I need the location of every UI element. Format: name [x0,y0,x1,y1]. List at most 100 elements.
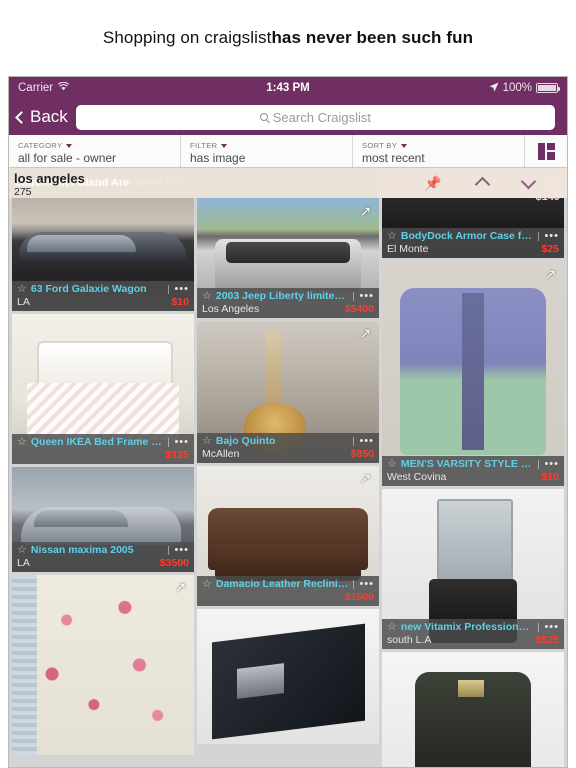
listing-meta-bottom: LA $3500 [17,557,189,569]
listing-card[interactable]: ↗ [12,575,194,755]
status-bar-time: 1:43 PM [266,82,310,94]
listing-meta-bottom: LA $10 [17,296,189,308]
listing-price: $10 [171,296,189,308]
filter-category[interactable]: CATEGORY all for sale - owner [9,135,181,167]
listing-meta-top: ☆ Bajo Quinto ••• [202,435,374,447]
column-right: ☆ BodyDock Armor Case for Ipho... ••• El… [377,168,567,767]
grid-view-icon [537,142,555,160]
listing-card[interactable]: ☆ BodyDock Armor Case for Ipho... ••• El… [382,198,564,258]
listing-card[interactable] [197,609,379,744]
listing-meta: ☆ 2003 Jeep Liberty limited edition ••• … [197,288,379,318]
listing-title: new Vitamix Professional Serie... [400,621,535,633]
star-outline-icon[interactable]: ☆ [387,230,397,242]
listing-price: $1500 [344,591,374,603]
listing-card[interactable]: ☆ Nissan maxima 2005 ••• LA $3500 [12,467,194,572]
listing-title: MEN'S VARSITY STYLE JACKET [400,458,535,470]
listing-title: Nissan maxima 2005 [30,544,134,556]
listing-columns: ☆ 63 Ford Galaxie Wagon ••• LA $10 ☆ Que… [9,168,567,767]
listing-card[interactable]: ☆ 63 Ford Galaxie Wagon ••• LA $10 [12,198,194,311]
listing-more-button[interactable]: ••• [538,621,559,632]
listing-more-button[interactable]: ••• [538,230,559,241]
listing-card[interactable]: ↗ ☆ MEN'S VARSITY STYLE JACKET ••• West … [382,261,564,486]
listing-more-button[interactable]: ••• [538,458,559,469]
listing-more-button[interactable]: ••• [353,578,374,589]
star-outline-icon[interactable]: ☆ [387,621,397,633]
listing-meta-top: ☆ 63 Ford Galaxie Wagon ••• [17,283,189,295]
filter-bar: CATEGORY all for sale - owner FILTER has… [9,135,567,168]
caption-bold-text: has never been such fun [271,28,474,47]
listing-title: Bajo Quinto [215,435,276,447]
listings-grid[interactable]: ☆ 63 Ford Galaxie Wagon ••• LA $10 ☆ Que… [9,168,567,767]
expand-icon[interactable]: ↗ [358,471,373,486]
listing-meta-top: ☆ Nissan maxima 2005 ••• [17,544,189,556]
star-outline-icon[interactable]: ☆ [17,544,27,556]
listing-price: $25 [541,243,559,255]
search-placeholder: Search Craigslist [272,109,372,125]
listing-photo [382,652,564,767]
chevron-down-icon [66,143,73,148]
listing-meta-bottom: $125 [17,449,189,461]
listing-photo [382,261,564,486]
wifi-icon [58,81,70,94]
listing-city: LA [17,296,30,308]
listing-card[interactable]: ↗ ☆ 2003 Jeep Liberty limited edition ••… [197,198,379,318]
listing-card[interactable]: ↗ ☆ Bajo Quinto ••• McAllen $850 [197,321,379,463]
filter-filter-label: FILTER [190,140,218,150]
filter-category-label-row: CATEGORY [18,141,180,151]
listing-card[interactable]: ☆ Queen IKEA Bed Frame for Sale ••• $125 [12,314,194,464]
star-outline-icon[interactable]: ☆ [202,435,212,447]
expand-icon[interactable]: ↗ [543,267,558,282]
star-outline-icon[interactable]: ☆ [202,290,212,302]
location-name: los angeles [14,171,85,186]
listing-card[interactable] [382,652,564,767]
listing-more-button[interactable]: ••• [353,435,374,446]
listing-price: $125 [165,449,189,461]
listing-city: south L.A [387,634,432,646]
listing-card[interactable]: ↗ ☆ Damacio Leather Reclining Sofa ••• $… [197,466,379,606]
expand-icon[interactable]: ↗ [358,326,373,341]
listing-price: $850 [350,448,374,460]
back-button[interactable]: Back [15,107,68,127]
filter-category-label: CATEGORY [18,140,63,150]
filter-filter-label-row: FILTER [190,141,352,151]
expand-icon[interactable]: ↗ [173,580,188,595]
listing-more-button[interactable]: ••• [168,283,189,294]
search-input[interactable]: Search Craigslist [75,104,555,130]
listing-title: Queen IKEA Bed Frame for Sale [30,436,165,448]
listing-card[interactable]: ☆ new Vitamix Professional Serie... ••• … [382,489,564,649]
back-button-label: Back [30,107,68,126]
location-arrow-icon [489,82,499,95]
chevron-down-icon [221,143,228,148]
grid-view-toggle[interactable] [525,135,567,167]
filter-filter[interactable]: FILTER has image [181,135,353,167]
listing-meta-top: ☆ Damacio Leather Reclining Sofa ••• [202,578,374,590]
filter-sort-label: SORT BY [362,140,398,150]
expand-icon[interactable]: ↗ [358,204,373,219]
listing-meta: ☆ 63 Ford Galaxie Wagon ••• LA $10 [12,281,194,311]
listing-meta-bottom: $1500 [202,591,374,603]
listing-city: McAllen [202,448,240,460]
status-bar-right: 100% [489,82,560,95]
listing-more-button[interactable]: ••• [168,436,189,447]
location-count: 275 [14,186,32,198]
filter-sort-label-row: SORT BY [362,141,524,151]
listing-city: Los Angeles [202,303,260,315]
star-outline-icon[interactable]: ☆ [202,578,212,590]
listing-city: West Covina [387,471,447,483]
star-outline-icon[interactable]: ☆ [17,436,27,448]
navigation-bar: Back Search Craigslist [9,99,567,135]
star-outline-icon[interactable]: ☆ [387,458,397,470]
filter-sort-by[interactable]: SORT BY most recent [353,135,525,167]
listing-meta-bottom: El Monte $25 [387,243,559,255]
listing-more-button[interactable]: ••• [353,290,374,301]
listing-more-button[interactable]: ••• [168,544,189,555]
listing-meta-bottom: McAllen $850 [202,448,374,460]
listing-price: $525 [535,634,559,646]
status-bar-left: Carrier [18,81,70,94]
carrier-label: Carrier [18,82,54,94]
listing-title: BodyDock Armor Case for Ipho... [400,230,535,242]
star-outline-icon[interactable]: ☆ [17,283,27,295]
listing-meta: ☆ MEN'S VARSITY STYLE JACKET ••• West Co… [382,456,564,486]
listing-price: $3500 [159,557,189,569]
listing-meta-top: ☆ new Vitamix Professional Serie... ••• [387,621,559,633]
